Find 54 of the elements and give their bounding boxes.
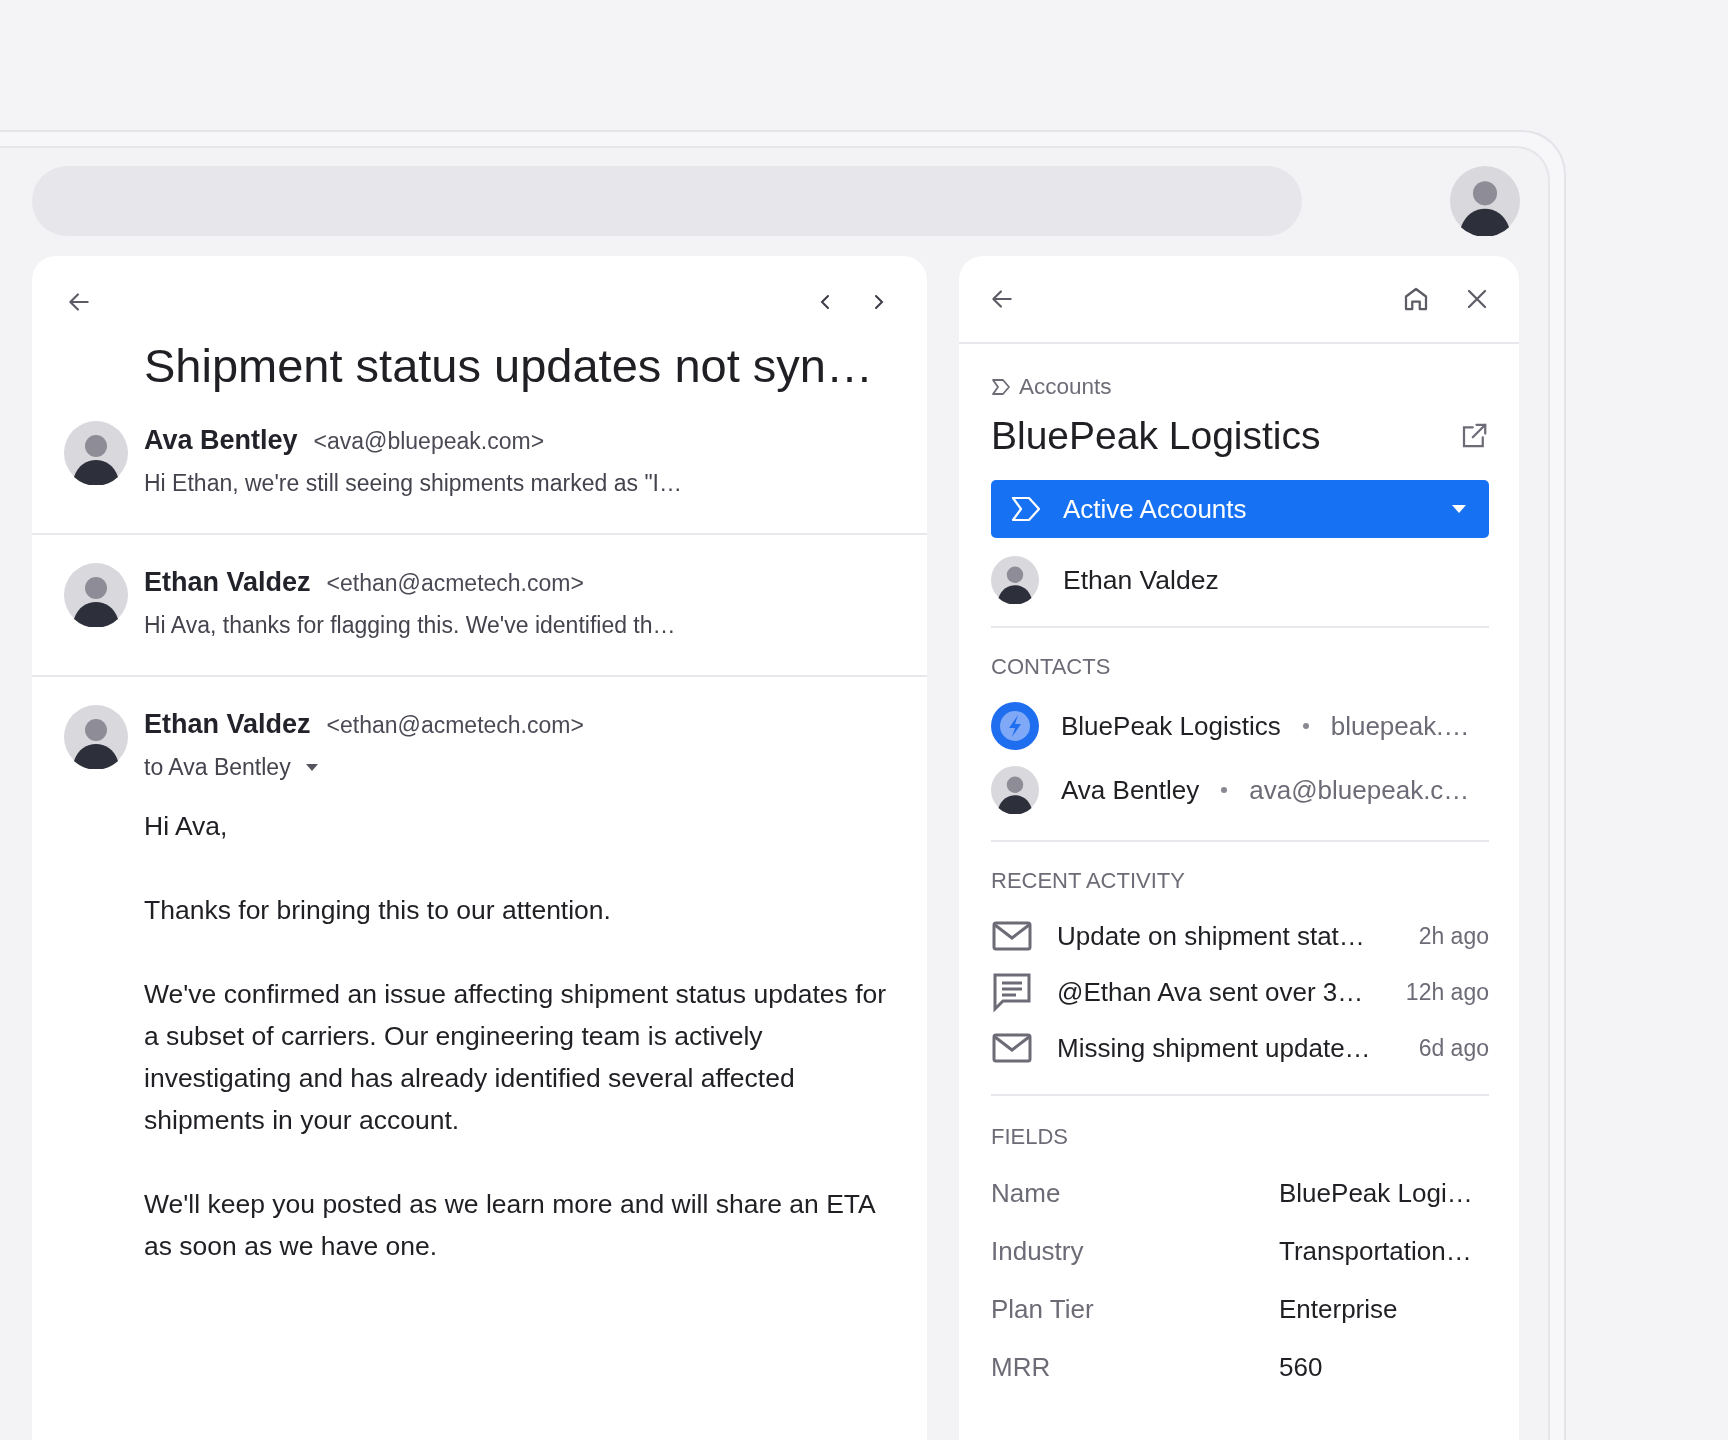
message-paragraph: Thanks for bringing this to our attention. xyxy=(144,894,612,927)
field-value: Enterprise xyxy=(1279,1292,1399,1326)
pipeline-icon xyxy=(991,378,1011,396)
thread-title: Shipment status updates not syn… xyxy=(144,338,874,393)
field-value: Transportation… xyxy=(1279,1234,1473,1268)
pipeline-icon xyxy=(1011,496,1041,522)
sender-avatar xyxy=(64,421,128,485)
contact-avatar xyxy=(991,766,1039,814)
section-heading: RECENT ACTIVITY xyxy=(991,867,1186,895)
activity-time: 12h ago xyxy=(1405,978,1489,1006)
contact-name[interactable]: Ava Bentley xyxy=(1061,774,1200,806)
contact-detail: bluepeak.… xyxy=(1330,710,1470,742)
sender-email: <ethan@acmetech.com> xyxy=(326,712,584,739)
account-title: BluePeak Logistics xyxy=(991,414,1321,458)
company-logo-icon xyxy=(991,702,1039,750)
sender-avatar xyxy=(64,705,128,769)
field-label: Plan Tier xyxy=(991,1292,1095,1326)
sender-email: <ava@bluepeak.com> xyxy=(313,428,545,455)
activity-time: 2h ago xyxy=(1418,922,1489,950)
comment-icon xyxy=(991,971,1033,1013)
caret-icon xyxy=(1451,504,1467,514)
message-paragraph: Hi Ava, xyxy=(144,810,229,843)
pipeline-dropdown[interactable]: Active Accounts xyxy=(991,480,1489,538)
field-label: Industry xyxy=(991,1234,1085,1268)
message-paragraph: We've confirmed an issue affecting shipment status updates for a subset of carriers. Our engineering team is actively investigating and has already identified several affected shipments in your account. xyxy=(144,978,888,1137)
recipient-label: to Ava Bentley xyxy=(144,754,291,781)
caret-icon[interactable] xyxy=(304,763,319,772)
field-label: MRR xyxy=(991,1350,1052,1384)
sender-email: <ethan@acmetech.com> xyxy=(326,570,584,597)
sender-name: Ava Bentley xyxy=(144,425,298,456)
sender-name: Ethan Valdez xyxy=(144,709,311,740)
field-label: Name xyxy=(991,1176,1062,1210)
separator-dot xyxy=(1302,723,1309,729)
section-heading: FIELDS xyxy=(991,1123,1070,1151)
separator-dot xyxy=(1221,787,1228,793)
breadcrumb-link[interactable]: Accounts xyxy=(1019,374,1112,400)
field-value: BluePeak Logi… xyxy=(1279,1176,1474,1210)
section-heading: CONTACTS xyxy=(991,653,1112,681)
field-value: 560 xyxy=(1279,1350,1324,1384)
message-preview[interactable]: Hi Ava, thanks for flagging this. We've identified th… xyxy=(144,612,897,639)
activity-time: 6d ago xyxy=(1418,1034,1489,1062)
sender-avatar xyxy=(64,563,128,627)
activity-title[interactable]: Update on shipment stat… xyxy=(1057,920,1395,952)
contact-detail: ava@bluepeak.c… xyxy=(1249,774,1470,806)
user-avatar[interactable] xyxy=(1450,166,1520,236)
activity-title[interactable]: Missing shipment update… xyxy=(1057,1032,1395,1064)
owner-name: Ethan Valdez xyxy=(1063,564,1219,596)
message-paragraph: We'll keep you posted as we learn more and will share an ETA as soon as we have one. xyxy=(144,1188,876,1263)
sender-name: Ethan Valdez xyxy=(144,567,311,598)
close-icon[interactable] xyxy=(1465,287,1489,311)
message-preview[interactable]: Hi Ethan, we're still seeing shipments marked as "I… xyxy=(144,470,897,497)
owner-avatar xyxy=(991,556,1039,604)
contact-name[interactable]: BluePeak Logistics xyxy=(1061,710,1281,742)
activity-title[interactable]: @Ethan Ava sent over 3… xyxy=(1057,976,1382,1008)
